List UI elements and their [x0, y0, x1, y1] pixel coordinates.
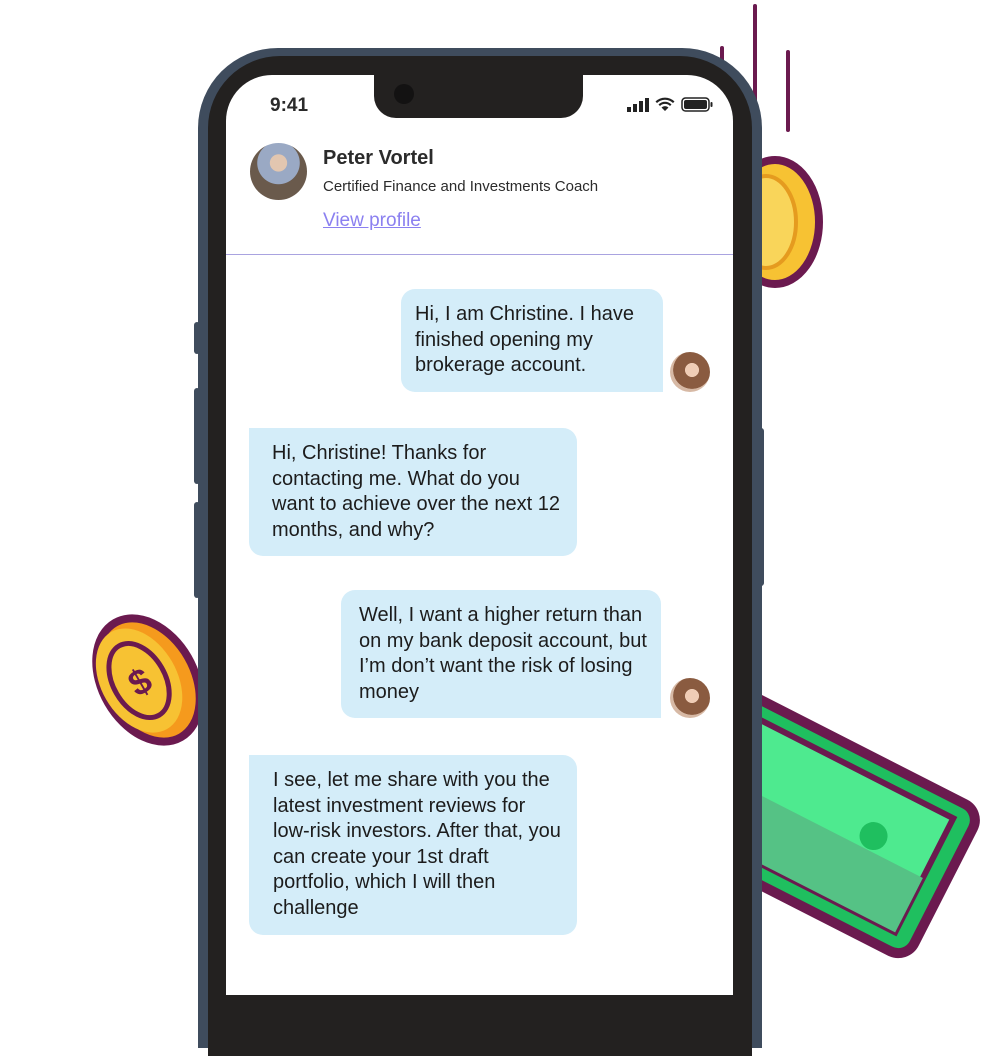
battery-icon	[681, 97, 713, 112]
chat-header: Peter Vortel Certified Finance and Inves…	[226, 135, 733, 255]
contact-title: Certified Finance and Investments Coach	[323, 178, 599, 195]
status-icons	[627, 97, 713, 112]
message-bubble: Well, I want a higher return than on my …	[341, 590, 661, 718]
view-profile-link[interactable]: View profile	[323, 210, 421, 232]
message-bubble: Hi, I am Christine. I have finished open…	[401, 289, 663, 392]
user-avatar	[670, 678, 710, 718]
contact-name: Peter Vortel	[323, 147, 434, 169]
mute-button	[194, 322, 200, 354]
message-bubble: I see, let me share with you the latest …	[249, 755, 577, 935]
status-time: 9:41	[270, 95, 309, 116]
user-avatar	[670, 352, 710, 392]
wifi-icon	[655, 97, 675, 111]
signal-icon	[627, 97, 649, 112]
notch	[374, 75, 583, 118]
phone-screen: 9:41 Peter Vortel Certified Finance and …	[226, 75, 733, 995]
volume-up-button	[194, 388, 200, 484]
volume-down-button	[194, 502, 200, 598]
power-button	[758, 428, 764, 586]
coach-avatar	[250, 143, 307, 200]
camera-icon	[394, 84, 414, 104]
message-bubble: Hi, Christine! Thanks for contacting me.…	[249, 428, 577, 556]
